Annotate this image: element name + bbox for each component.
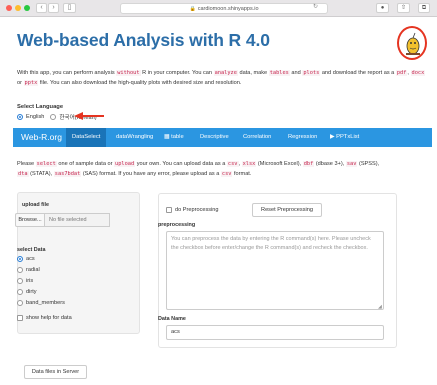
- dataset-radio[interactable]: [17, 267, 23, 273]
- minimize-window-button[interactable]: [15, 5, 21, 11]
- tab-correlation[interactable]: Correlation: [237, 128, 277, 147]
- tab-regression[interactable]: Regression: [282, 128, 323, 147]
- tab-descriptive[interactable]: Descriptive: [194, 128, 235, 147]
- do-preprocessing-row[interactable]: do Preprocessing: [166, 207, 219, 213]
- browse-button[interactable]: Browse...: [15, 213, 45, 227]
- dataset-option-dirty[interactable]: dirty: [17, 289, 37, 295]
- tab-datawrangling[interactable]: dataWrangling: [110, 128, 159, 147]
- dataset-radio[interactable]: [17, 256, 23, 262]
- data-select-description: Please select one of sample data or uplo…: [17, 161, 380, 177]
- dataset-radio[interactable]: [17, 289, 23, 295]
- reset-preprocessing-button[interactable]: Reset Preprocessing: [252, 203, 322, 217]
- tab-dataselect[interactable]: DataSelect: [66, 128, 107, 147]
- forward-icon[interactable]: ›: [48, 3, 59, 13]
- select-data-label: select Data: [17, 247, 46, 253]
- maximize-window-button[interactable]: [24, 5, 30, 11]
- browser-toolbar: ‹ › ▯ 🔒 cardiomoon.shinyapps.io ↻ ● ⇧ ⧉: [0, 0, 437, 17]
- logo-icon: [406, 32, 420, 55]
- page-title: Web-based Analysis with R 4.0: [17, 30, 270, 50]
- language-english-label[interactable]: English: [26, 114, 44, 120]
- dataset-option-acs[interactable]: acs: [17, 256, 35, 262]
- tabs-icon[interactable]: ⧉: [418, 3, 430, 13]
- address-bar[interactable]: 🔒 cardiomoon.shinyapps.io: [120, 3, 328, 14]
- language-english-radio[interactable]: [17, 114, 23, 120]
- back-icon[interactable]: ‹: [36, 3, 47, 13]
- upload-file-label: upload file: [22, 202, 49, 208]
- preprocessing-label: preprocessing: [158, 222, 196, 228]
- close-window-button[interactable]: [6, 5, 12, 11]
- data-name-input[interactable]: acs: [166, 325, 384, 340]
- tab-table[interactable]: ▦ table: [158, 128, 190, 147]
- dataset-option-band-members[interactable]: band_members: [17, 300, 65, 306]
- dataset-option-iris[interactable]: iris: [17, 278, 33, 284]
- tab-pptxlist[interactable]: ▶ PPTxList: [324, 128, 365, 147]
- sidebar-icon[interactable]: ▯: [63, 3, 76, 13]
- data-files-server-button[interactable]: Data files in Server: [24, 365, 87, 379]
- show-help-checkbox-row[interactable]: show help for data: [17, 315, 72, 321]
- extensions-icon[interactable]: ●: [376, 3, 389, 13]
- arrow-annotation-icon: [74, 112, 104, 120]
- preprocessing-textarea[interactable]: You can preprocess the data by entering …: [166, 231, 384, 310]
- url-text: cardiomoon.shinyapps.io: [197, 6, 259, 12]
- language-korean-radio[interactable]: [50, 114, 57, 120]
- reload-icon[interactable]: ↻: [313, 3, 318, 10]
- file-name-field[interactable]: No file selected: [45, 213, 110, 227]
- language-label: Select Language: [17, 104, 64, 110]
- share-icon[interactable]: ⇧: [397, 3, 410, 13]
- intro-text: With this app, you can perform analysis …: [17, 70, 426, 86]
- data-name-label: Data Name: [158, 316, 186, 322]
- dataset-option-radial[interactable]: radial: [17, 267, 40, 273]
- do-preprocessing-checkbox[interactable]: [166, 207, 172, 213]
- main-navbar: Web-R.org DataSelect dataWrangling ▦ tab…: [13, 128, 432, 147]
- app-logo: [397, 26, 427, 60]
- resize-handle-icon[interactable]: ◢: [378, 304, 382, 310]
- show-help-checkbox[interactable]: [17, 315, 23, 321]
- dataset-radio[interactable]: [17, 278, 23, 284]
- dataset-radio[interactable]: [17, 300, 23, 306]
- navbar-brand[interactable]: Web-R.org: [21, 128, 62, 147]
- lock-icon: 🔒: [189, 6, 196, 12]
